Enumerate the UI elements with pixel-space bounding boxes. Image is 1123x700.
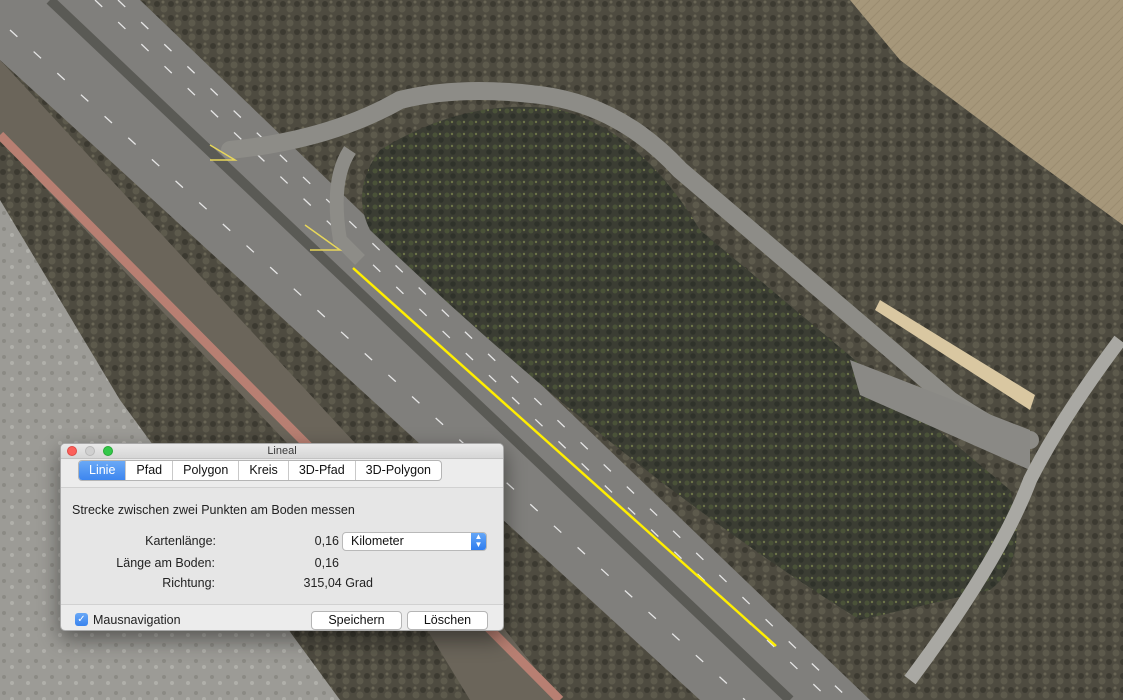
delete-button[interactable]: Löschen	[407, 611, 488, 630]
ground-length-value: 0,16	[314, 556, 339, 570]
ruler-dialog: Lineal Linie Pfad Polygon Kreis 3D-Pfad …	[60, 443, 504, 631]
chevron-updown-icon: ▲ ▼	[471, 533, 486, 550]
tab-linie[interactable]: Linie	[79, 461, 127, 480]
tab-polygon[interactable]: Polygon	[173, 461, 240, 480]
unit-select-value: Kilometer	[351, 534, 404, 548]
zoom-window-button[interactable]	[103, 446, 113, 456]
tab-3d-pfad[interactable]: 3D-Pfad	[289, 461, 356, 480]
mouse-navigation-checkbox[interactable]: ✓	[75, 613, 88, 626]
save-button[interactable]: Speichern	[311, 611, 402, 630]
heading-value: 315,04 Grad	[303, 576, 374, 590]
window-title: Lineal	[267, 445, 297, 457]
title-bar[interactable]: Lineal	[61, 444, 503, 459]
tab-pfad[interactable]: Pfad	[126, 461, 174, 480]
ground-length-label: Länge am Boden:	[116, 556, 215, 570]
close-window-button[interactable]	[67, 446, 77, 456]
mode-tabs: Linie Pfad Polygon Kreis 3D-Pfad 3D-Poly…	[78, 460, 442, 481]
mouse-navigation-label[interactable]: Mausnavigation	[93, 613, 181, 627]
heading-label: Richtung:	[162, 576, 215, 590]
unit-select[interactable]: Kilometer ▲ ▼	[342, 532, 487, 551]
map-length-value: 0,16	[314, 534, 339, 548]
dialog-footer: ✓ Mausnavigation Speichern Löschen	[61, 603, 503, 630]
tab-kreis[interactable]: Kreis	[239, 461, 289, 480]
tab-3d-polygon[interactable]: 3D-Polygon	[356, 461, 441, 480]
minimize-window-button[interactable]	[85, 446, 95, 456]
map-length-label: Kartenlänge:	[145, 534, 216, 548]
panel-description: Strecke zwischen zwei Punkten am Boden m…	[72, 503, 355, 517]
